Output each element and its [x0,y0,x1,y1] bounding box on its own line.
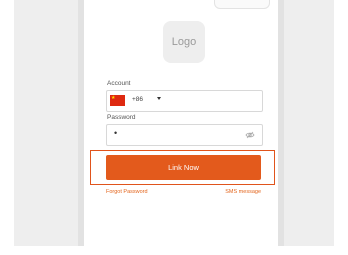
account-label: Account [107,80,131,87]
password-label: Password [107,114,136,121]
status-pill [214,0,270,9]
password-field[interactable]: • [106,124,263,146]
china-flag-icon[interactable]: ★ [110,95,125,106]
sms-message-link[interactable]: SMS message [225,189,261,195]
account-field[interactable]: ★ +86 [106,90,263,112]
chevron-down-icon[interactable] [157,97,161,100]
forgot-password-link[interactable]: Forgot Password [106,189,148,195]
country-code[interactable]: +86 [132,96,143,103]
phone-frame-right [278,0,284,246]
screenshot-frame: Logo Account ★ +86 Password • Link Now F… [0,0,348,255]
logo-text: Logo [171,36,197,48]
app-logo: Logo [163,21,205,63]
eye-off-icon[interactable] [245,130,255,140]
link-now-button[interactable]: Link Now [106,155,261,180]
password-value[interactable]: • [114,128,118,138]
flag-star-icon: ★ [111,95,116,101]
